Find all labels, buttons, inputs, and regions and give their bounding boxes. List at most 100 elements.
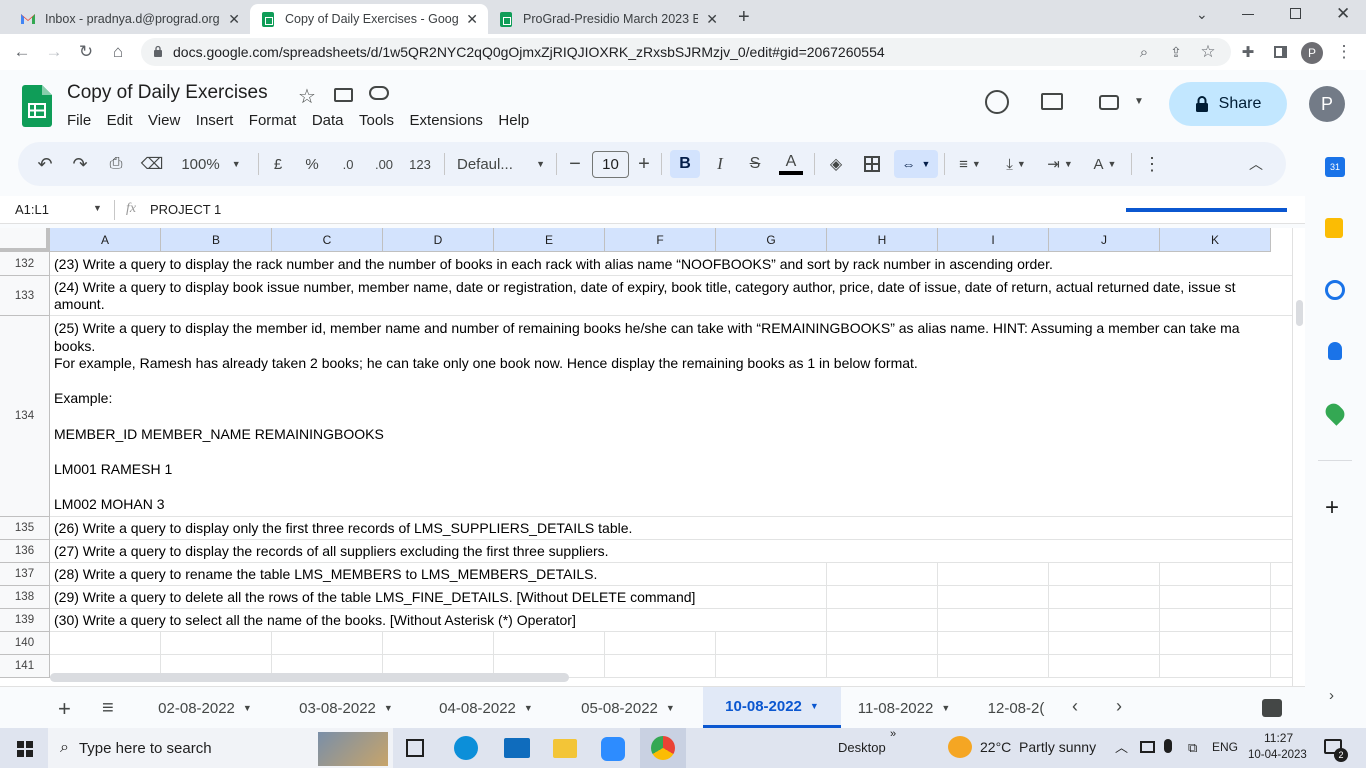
row-header[interactable]: 141 — [0, 655, 50, 678]
share-button[interactable]: Share — [1169, 82, 1287, 126]
browser-tab-daily-exercises[interactable]: Copy of Daily Exercises - Google ✕ — [250, 4, 488, 34]
reload-icon[interactable]: ↻ — [75, 41, 97, 63]
italic-button[interactable]: I — [710, 152, 730, 176]
column-header-f[interactable]: F — [605, 228, 716, 252]
column-header-e[interactable]: E — [494, 228, 605, 252]
menu-insert[interactable]: Insert — [196, 112, 234, 129]
merge-cells-button[interactable]: ⇔ ▼ — [894, 150, 938, 178]
language-indicator[interactable]: ENG — [1212, 740, 1238, 754]
minimize-icon[interactable] — [1242, 14, 1254, 15]
move-folder-icon[interactable] — [334, 88, 353, 102]
new-tab-icon[interactable]: + — [738, 6, 750, 29]
column-header-i[interactable]: I — [938, 228, 1049, 252]
menu-edit[interactable]: Edit — [107, 112, 133, 129]
paint-format-icon[interactable]: ⌫ — [140, 152, 164, 176]
row-header[interactable]: 139 — [0, 609, 50, 632]
table-row[interactable]: (29) Write a query to delete all the row… — [50, 586, 1292, 609]
column-header-c[interactable]: C — [272, 228, 383, 252]
address-bar[interactable]: docs.google.com/spreadsheets/d/1w5QR2NYC… — [141, 38, 1231, 66]
increase-font-size-icon[interactable]: + — [635, 152, 653, 176]
menu-file[interactable]: File — [67, 112, 91, 129]
spreadsheet-grid[interactable]: ABCDEFGHIJK 132 (23) Write a query to dis… — [0, 228, 1292, 686]
add-sheet-icon[interactable]: + — [58, 696, 71, 722]
chevron-down-icon[interactable]: ▼ — [524, 703, 533, 713]
get-addons-icon[interactable]: + — [1325, 494, 1339, 522]
sheet-tab[interactable]: 03-08-2022 ▼ — [281, 696, 411, 720]
column-header-d[interactable]: D — [383, 228, 494, 252]
zoom-icon[interactable]: ⌕ — [1133, 41, 1155, 63]
row-header[interactable]: 140 — [0, 632, 50, 655]
close-tab-icon[interactable]: ✕ — [706, 11, 718, 28]
browser-tab-gmail[interactable]: Inbox - pradnya.d@prograd.org ✕ — [10, 4, 250, 34]
zoom-select[interactable]: 100% ▼ — [176, 152, 246, 176]
sheet-tab[interactable]: 12-08-2( — [976, 696, 1056, 720]
decrease-decimal-button[interactable]: .0 — [335, 152, 361, 176]
account-avatar[interactable]: P — [1309, 86, 1345, 122]
table-row[interactable] — [50, 632, 1292, 655]
table-row[interactable]: (27) Write a query to display the record… — [50, 540, 1292, 563]
tray-chevron-icon[interactable]: ︿ — [1115, 737, 1128, 756]
extensions-icon[interactable]: ✚ — [1237, 41, 1259, 63]
scroll-tabs-left-icon[interactable]: ‹ — [1072, 696, 1078, 717]
fill-color-icon[interactable]: ◈ — [824, 152, 848, 176]
explore-icon[interactable] — [1262, 699, 1282, 717]
chrome-taskbar-button[interactable] — [640, 728, 686, 768]
window-close-icon[interactable]: ✕ — [1336, 4, 1350, 24]
calendar-icon[interactable]: 31 — [1325, 157, 1345, 177]
profile-avatar[interactable]: P — [1301, 42, 1323, 64]
menu-help[interactable]: Help — [498, 112, 529, 129]
redo-icon[interactable]: ↷ — [69, 152, 91, 176]
tasks-icon[interactable] — [1325, 280, 1345, 300]
sheet-tab[interactable]: 04-08-2022 ▼ — [421, 696, 551, 720]
back-icon[interactable]: ← — [11, 41, 33, 63]
menu-view[interactable]: View — [148, 112, 180, 129]
all-sheets-icon[interactable]: ≡ — [102, 697, 114, 720]
increase-decimal-button[interactable]: .00 — [370, 152, 398, 176]
chevron-down-icon[interactable]: ▼ — [941, 703, 950, 713]
name-box[interactable]: A1:L1 — [15, 202, 49, 217]
vertical-scrollbar[interactable] — [1292, 228, 1305, 686]
meet-dropdown-icon[interactable]: ▼ — [1134, 96, 1144, 107]
keep-icon[interactable] — [1325, 218, 1343, 238]
menu-tools[interactable]: Tools — [359, 112, 394, 129]
close-tab-icon[interactable]: ✕ — [466, 11, 478, 28]
version-history-icon[interactable] — [985, 90, 1009, 114]
menu-data[interactable]: Data — [312, 112, 344, 129]
horizontal-scroll-thumb[interactable] — [50, 673, 569, 682]
vertical-align-button[interactable]: ⤓ ▼ — [998, 152, 1034, 176]
text-color-button[interactable]: A — [779, 152, 803, 176]
collapse-toolbar-icon[interactable]: ︿ — [1246, 152, 1266, 176]
desktop-label[interactable]: Desktop — [838, 740, 886, 755]
sheet-tab[interactable]: 05-08-2022 ▼ — [563, 696, 693, 720]
more-formats-button[interactable]: 123 — [406, 152, 434, 176]
share-page-icon[interactable]: ⇪ — [1165, 41, 1187, 63]
weather-text[interactable]: 22°C Partly sunny — [980, 739, 1096, 755]
name-box-dropdown-icon[interactable]: ▼ — [93, 203, 102, 213]
table-row[interactable]: (23) Write a query to display the rack n… — [50, 252, 1292, 276]
strikethrough-button[interactable]: S — [745, 152, 765, 176]
task-view-icon[interactable] — [406, 739, 424, 757]
chevron-down-icon[interactable]: ▼ — [666, 703, 675, 713]
windows-start-icon[interactable] — [17, 741, 33, 757]
column-header-k[interactable]: K — [1160, 228, 1271, 252]
contacts-icon[interactable] — [1328, 342, 1342, 360]
chevron-down-icon[interactable]: ▼ — [810, 701, 819, 711]
table-row[interactable]: (26) Write a query to display only the f… — [50, 517, 1292, 540]
clock-date[interactable]: 10-04-2023 — [1248, 749, 1307, 761]
formula-input[interactable]: PROJECT 1 — [150, 202, 221, 217]
chevron-down-icon[interactable]: ▼ — [243, 703, 252, 713]
tab-search-icon[interactable]: ⌄ — [1196, 6, 1208, 23]
scroll-thumb[interactable] — [1296, 300, 1303, 326]
mail-icon[interactable] — [504, 738, 530, 758]
browser-menu-icon[interactable]: ⋮ — [1333, 41, 1355, 63]
text-rotation-button[interactable]: A ▼ — [1087, 152, 1123, 176]
meet-icon[interactable] — [1099, 95, 1119, 110]
undo-icon[interactable]: ↶ — [34, 152, 56, 176]
row-header[interactable]: 134 — [0, 316, 50, 517]
restore-icon[interactable] — [1290, 8, 1301, 19]
clock-time[interactable]: 11:27 — [1264, 731, 1293, 745]
side-panel-icon[interactable] — [1269, 41, 1291, 63]
show-side-panel-icon[interactable]: › — [1329, 687, 1334, 704]
row-header[interactable]: 136 — [0, 540, 50, 563]
table-row[interactable]: (25) Write a query to display the member… — [50, 316, 1292, 517]
